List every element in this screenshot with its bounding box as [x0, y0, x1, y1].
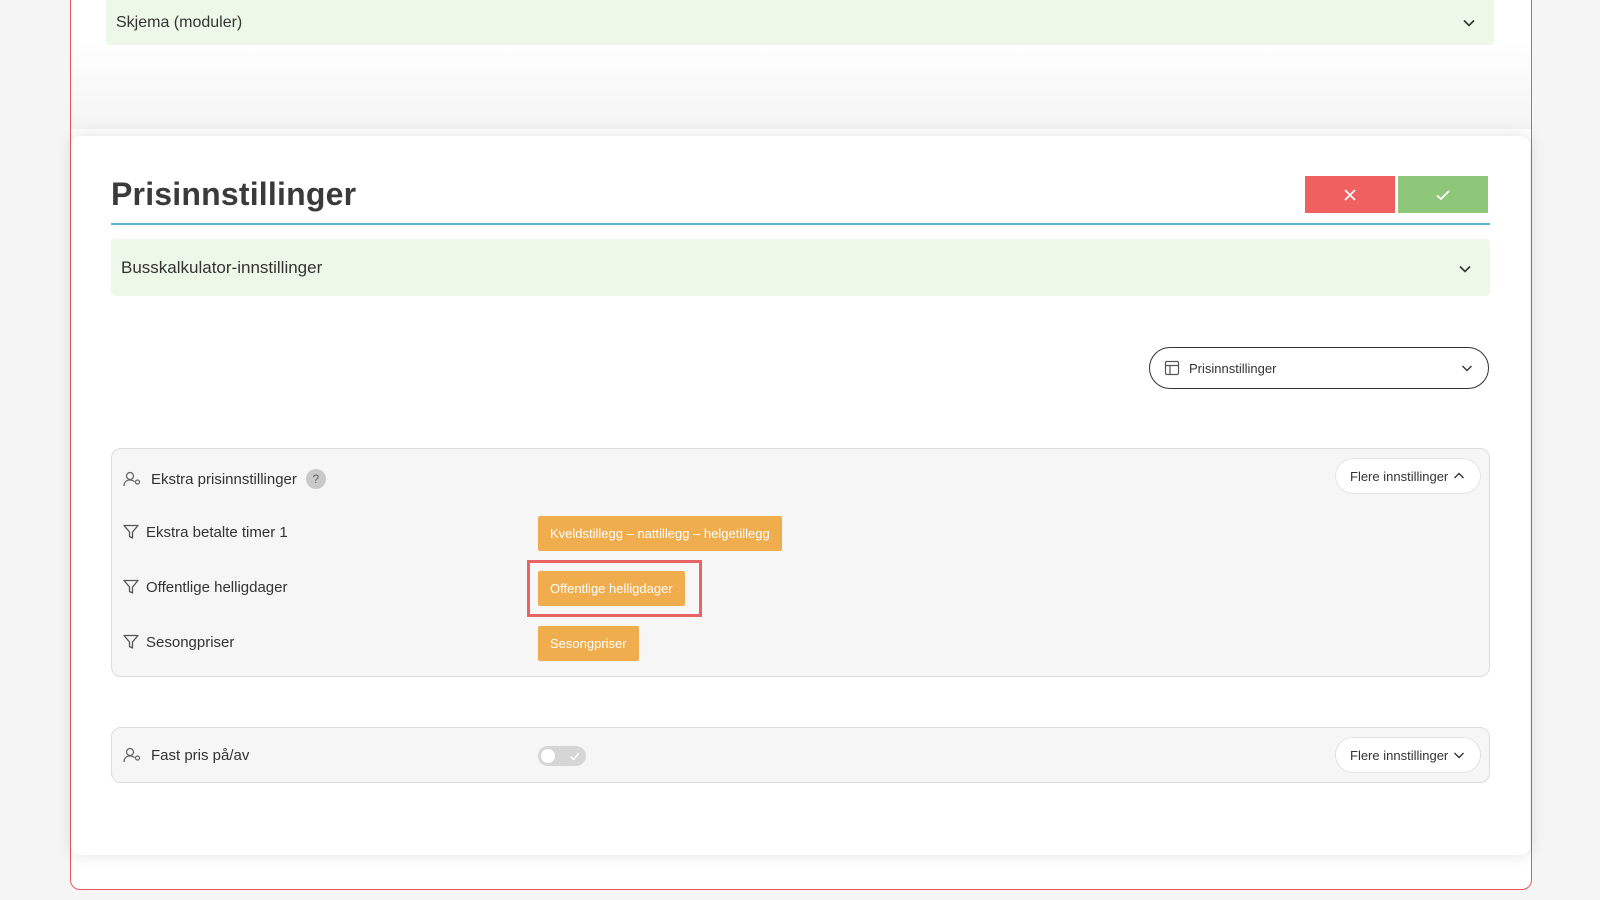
card-title: Ekstra prisinnstillinger — [151, 470, 297, 488]
confirm-button[interactable] — [1398, 176, 1488, 213]
view-select-value: Prisinnstillinger — [1189, 360, 1277, 376]
list-item: Ekstra betalte timer 1 — [122, 523, 288, 541]
tag-button[interactable]: Offentlige helligdager — [538, 571, 685, 606]
chevron-down-icon — [1460, 361, 1474, 375]
filter-icon — [123, 579, 139, 594]
row-label: Sesongpriser — [146, 633, 235, 651]
filter-icon — [123, 634, 139, 649]
close-icon — [1344, 188, 1356, 201]
more-settings-button[interactable]: Flere innstillinger — [1335, 458, 1481, 494]
extra-price-settings-card: Ekstra prisinnstillinger ? Flere innstil… — [111, 448, 1490, 677]
cancel-button[interactable] — [1305, 176, 1395, 213]
card-header: Fast pris på/av — [122, 745, 249, 765]
card-title: Fast pris på/av — [151, 746, 250, 764]
more-settings-button[interactable]: Flere innstillinger — [1335, 737, 1481, 773]
list-item: Offentlige helligdager — [122, 578, 288, 596]
accordion-busskalkulator[interactable]: Busskalkulator-innstillinger — [111, 239, 1490, 296]
tag-button[interactable]: Kveldstillegg – nattillegg – helgetilleg… — [538, 516, 782, 551]
chevron-down-icon — [1458, 261, 1472, 275]
page-title: Prisinnstillinger — [111, 176, 357, 212]
check-icon — [1436, 189, 1450, 200]
help-icon[interactable]: ? — [305, 469, 326, 489]
table-icon — [1164, 360, 1180, 376]
chevron-down-icon — [1462, 16, 1476, 30]
more-settings-label: Flere innstillinger — [1350, 747, 1449, 763]
row-label: Offentlige helligdager — [146, 578, 288, 596]
user-settings-icon — [123, 471, 141, 487]
chevron-down-icon — [1452, 748, 1466, 762]
accordion-skjema-moduler[interactable]: Skjema (moduler) — [106, 0, 1494, 45]
card-header: Ekstra prisinnstillinger ? — [122, 469, 326, 489]
user-settings-icon — [123, 747, 141, 763]
list-item: Sesongpriser — [122, 633, 234, 651]
accordion-label: Busskalkulator-innstillinger — [121, 257, 323, 277]
toggle-knob — [541, 749, 555, 763]
fixed-price-card: Fast pris på/av Flere innstillinger — [111, 727, 1490, 783]
filter-icon — [123, 524, 139, 539]
chevron-up-icon — [1452, 469, 1466, 483]
more-settings-label: Flere innstillinger — [1350, 468, 1449, 484]
price-settings-modal: Prisinnstillinger Busskalkulator-innstil… — [71, 136, 1530, 855]
check-icon — [569, 752, 580, 761]
tag-button[interactable]: Sesongpriser — [538, 626, 639, 661]
view-select-dropdown[interactable]: Prisinnstillinger — [1149, 347, 1489, 389]
row-label: Ekstra betalte timer 1 — [146, 523, 288, 541]
modal-header: Prisinnstillinger — [111, 176, 1490, 225]
accordion-label: Skjema (moduler) — [116, 13, 243, 31]
fixed-price-toggle[interactable] — [538, 746, 586, 766]
